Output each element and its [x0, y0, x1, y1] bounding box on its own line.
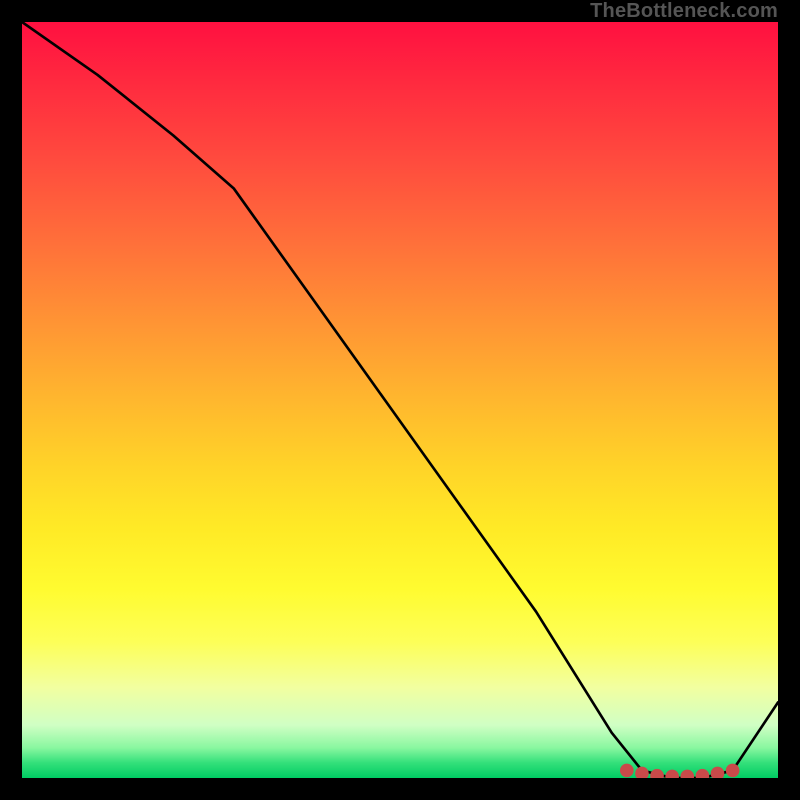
marker-dot: [635, 767, 649, 778]
marker-dot: [650, 769, 664, 778]
plot-area: [22, 22, 778, 778]
chart-frame: TheBottleneck.com: [0, 0, 800, 800]
chart-svg: [22, 22, 778, 778]
marker-dot: [620, 764, 634, 778]
marker-dot: [696, 769, 710, 778]
marker-dot: [726, 764, 740, 778]
watermark-text: TheBottleneck.com: [590, 0, 778, 23]
marker-dot: [680, 770, 694, 778]
marker-dot: [711, 767, 725, 778]
main-curve: [22, 22, 778, 778]
marker-dot: [665, 770, 679, 778]
